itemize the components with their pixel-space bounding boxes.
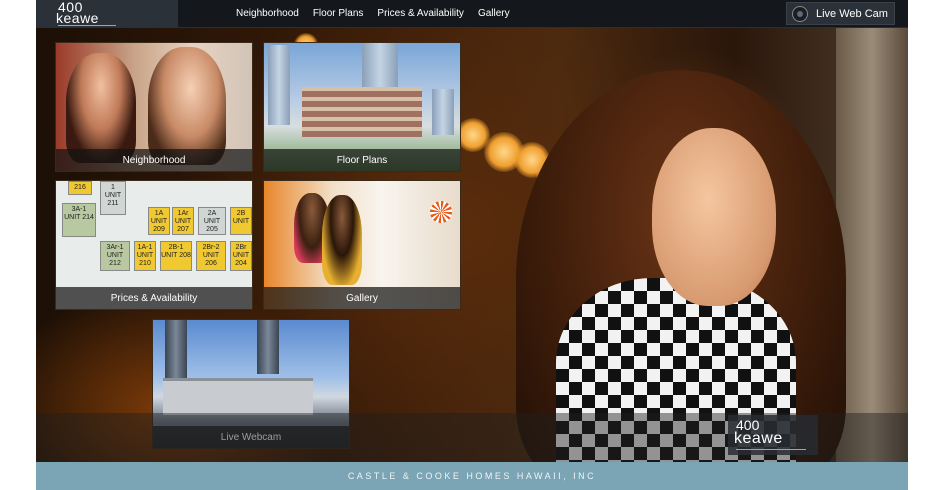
tower-rendering — [268, 45, 290, 125]
person-figure — [322, 195, 362, 285]
nav-link-prices-availability[interactable]: Prices & Availability — [377, 8, 464, 19]
unit-cell: 1A UNIT 209 — [148, 207, 170, 235]
tile-floor-plans[interactable]: Floor Plans — [263, 42, 461, 172]
sun-logo-decoration — [430, 201, 452, 223]
person-figure — [148, 47, 226, 165]
building-photo — [163, 378, 313, 415]
tower-rendering — [362, 43, 398, 91]
nav-link-neighborhood[interactable]: Neighborhood — [236, 8, 299, 19]
footer-company-name: CASTLE & COOKE HOMES HAWAII, INC — [347, 471, 597, 481]
unit-cell: 1Ar UNIT 207 — [172, 207, 194, 235]
live-web-cam-label: Live Web Cam — [816, 7, 888, 20]
unit-cell: 2B-1 UNIT 208 — [160, 241, 192, 271]
logo-underline — [58, 25, 116, 26]
tower-photo — [257, 320, 279, 374]
tower-photo — [165, 320, 187, 382]
unit-cell: 2A UNIT 205 — [198, 207, 226, 235]
tile-label-neighborhood: Neighborhood — [56, 149, 252, 171]
unit-cell: 216 — [68, 181, 92, 195]
unit-cell: 3A-1 UNIT 214 — [62, 203, 96, 237]
unit-cell: 2Br-2 UNIT 206 — [196, 241, 226, 271]
brick-wall — [836, 28, 908, 462]
unit-cell: 2B UNIT — [230, 207, 252, 235]
tile-neighborhood[interactable]: Neighborhood — [55, 42, 253, 172]
unit-cell: 1 UNIT 211 — [100, 181, 126, 215]
top-nav-bar: 400 keawe Neighborhood Floor Plans Price… — [36, 0, 908, 28]
logo-word: keawe — [56, 10, 99, 26]
tower-rendering — [432, 89, 454, 135]
camera-icon — [792, 5, 808, 22]
nav-link-floor-plans[interactable]: Floor Plans — [313, 8, 364, 19]
site-logo[interactable]: 400 keawe — [36, 0, 178, 27]
nav-link-gallery[interactable]: Gallery — [478, 8, 510, 19]
person-figure — [66, 53, 136, 163]
tile-prices-availability[interactable]: 216 1 UNIT 211 3A-1 UNIT 214 1A UNIT 209 1A… — [55, 180, 253, 310]
tile-label-prices-availability: Prices & Availability — [56, 287, 252, 309]
unit-cell: 2Br UNIT 204 — [230, 241, 252, 271]
main-nav: Neighborhood Floor Plans Prices & Availa… — [236, 0, 524, 27]
bottom-logo-underline — [736, 449, 806, 450]
midrise-building-rendering — [302, 87, 422, 137]
tile-gallery[interactable]: Gallery — [263, 180, 461, 310]
live-web-cam-button[interactable]: Live Web Cam — [786, 2, 895, 25]
bottom-logo-word: keawe — [734, 430, 783, 447]
tile-label-gallery: Gallery — [264, 287, 460, 309]
unit-cell: 1A-1 UNIT 210 — [134, 241, 156, 271]
model-face — [652, 128, 776, 306]
unit-cell: 3Ar-1 UNIT 212 — [100, 241, 130, 271]
footer: CASTLE & COOKE HOMES HAWAII, INC — [36, 462, 908, 490]
bottom-logo: 400 keawe — [728, 415, 818, 455]
page-frame: 400 keawe Neighborhood Floor Plans Price… — [36, 0, 908, 490]
tile-label-floor-plans: Floor Plans — [264, 149, 460, 171]
